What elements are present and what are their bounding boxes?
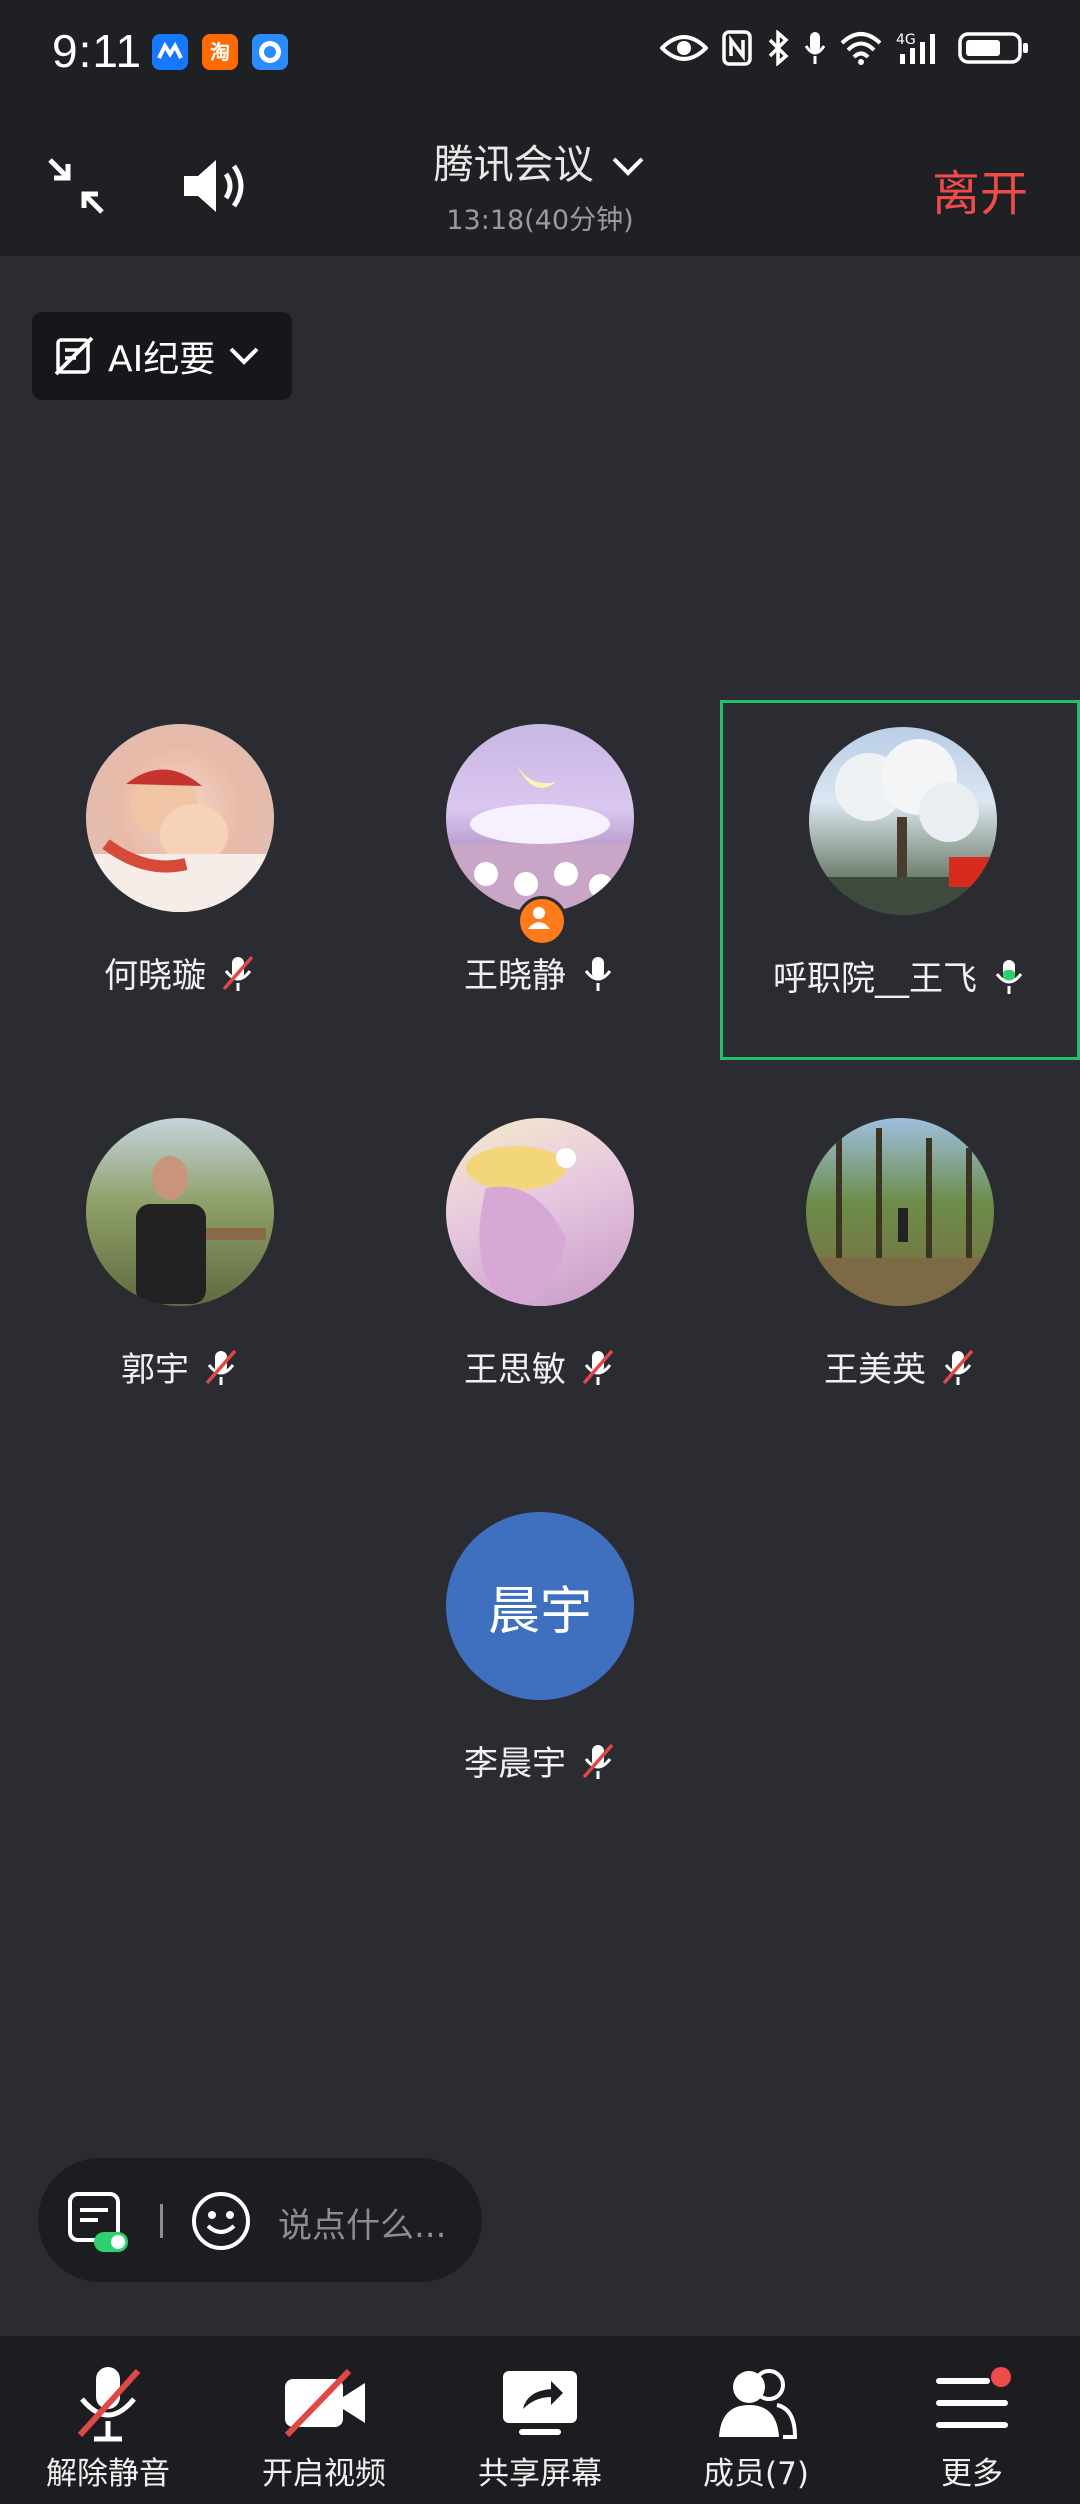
signal-icon: 4G [896,32,935,64]
start-video-label: 开启视频 [262,2456,386,2492]
emoji-icon[interactable] [188,2188,254,2254]
participant-tile[interactable]: 何晓璇 [0,700,360,1060]
participant-tile[interactable]: 郭宇 [0,1094,360,1454]
mic-status-icon [804,32,826,64]
host-badge-icon [517,896,567,946]
avatar [806,1118,994,1306]
status-bar: 9:11 淘 4G [0,0,1080,110]
share-screen-label: 共享屏幕 [478,2456,602,2492]
taobao-icon: 淘 [202,34,238,70]
meeting-title[interactable]: 腾讯会议 [0,132,1080,190]
status-icons: 4G [660,30,1030,66]
eye-icon [660,35,708,61]
participant-name: 郭宇 [121,1350,189,1390]
share-screen-icon [490,2358,590,2448]
unmute-label: 解除静音 [46,2456,170,2492]
nfc-icon [722,30,752,66]
participant-tile-active[interactable]: 呼职院__王飞 [720,700,1080,1060]
mic-muted-icon [205,1349,237,1385]
unmute-button[interactable]: 解除静音 [0,2336,216,2504]
ai-summary-label: AI纪要 [108,339,216,380]
bluetooth-icon [768,30,789,66]
share-screen-button[interactable]: 共享屏幕 [432,2336,648,2504]
mic-muted-icon [582,1743,614,1779]
participant-tile[interactable]: 王美英 [720,1094,1080,1454]
members-label: 成员(7) [703,2456,809,2492]
leave-button[interactable]: 离开 [932,154,1028,224]
browser-icon [252,34,288,70]
chat-toggle-icon[interactable] [64,2188,130,2254]
chat-input[interactable]: 说点什么... [278,2198,446,2247]
members-button[interactable]: 成员(7) [648,2336,864,2504]
participant-tile[interactable]: 晨宇 李晨宇 [360,1488,720,1848]
participant-name: 王思敏 [464,1350,566,1390]
avatar [446,1118,634,1306]
mic-muted-icon [942,1349,974,1385]
chevron-down-icon [612,157,644,176]
more-button[interactable]: 更多 [864,2336,1080,2504]
menu-icon [922,2358,1022,2448]
meeting-duration: 13:18(40分钟) [446,205,634,236]
participant-tile[interactable]: 王思敏 [360,1094,720,1454]
ai-summary-button[interactable]: AI纪要 [32,312,292,400]
avatar [86,724,274,912]
participant-name: 王美英 [824,1350,926,1390]
chat-bar: 说点什么... [38,2158,482,2282]
meeting-title-text: 腾讯会议 [433,142,594,188]
mic-muted-icon [58,2358,158,2448]
members-icon [706,2358,806,2448]
participant-name: 呼职院__王飞 [773,959,977,999]
start-video-button[interactable]: 开启视频 [216,2336,432,2504]
participant-name: 何晓璇 [104,956,206,996]
battery-icon [958,32,1028,64]
app-notification-icon-1 [152,34,188,70]
avatar [86,1118,274,1306]
avatar [446,724,634,912]
clock: 9:11 [52,25,143,77]
mic-muted-icon [582,1349,614,1385]
avatar [809,727,997,915]
meeting-header: 腾讯会议 13:18(40分钟) 离开 [0,110,1080,256]
bottom-toolbar: 解除静音 开启视频 共享屏幕 成员(7) 更多 [0,2336,1080,2504]
divider [160,2204,163,2238]
chevron-down-icon [229,347,259,365]
participant-tile[interactable]: 王晓静 [360,700,720,1060]
svg-text:4G: 4G [896,32,916,48]
more-label: 更多 [941,2456,1003,2492]
avatar: 晨宇 [446,1512,634,1700]
ai-summary-off-icon [54,336,94,376]
participant-name: 王晓静 [464,956,566,996]
participant-name: 李晨宇 [464,1744,566,1784]
mic-icon [584,956,612,991]
video-off-icon [274,2358,374,2448]
wifi-icon [840,32,882,65]
mic-speaking-icon [995,959,1023,994]
mic-muted-icon [222,955,254,991]
